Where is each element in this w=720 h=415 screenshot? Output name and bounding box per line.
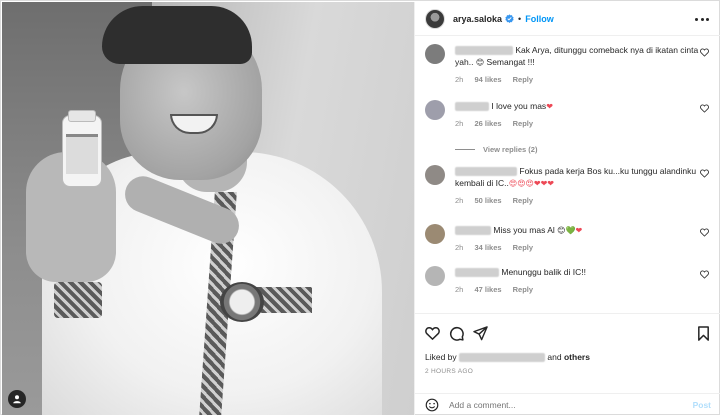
more-options-icon[interactable] — [695, 14, 709, 24]
heart-icon[interactable] — [425, 326, 440, 341]
comment-like-heart-icon[interactable] — [700, 104, 709, 113]
liked-by-line: Liked by and others — [425, 352, 590, 363]
photo-hair — [102, 6, 252, 64]
commenter-username-blurred[interactable] — [455, 102, 489, 112]
photo-watch — [220, 282, 264, 322]
comment-body: Miss you mas Al 😊💚❤ 2h 34 likes Reply — [455, 224, 700, 254]
view-replies-button[interactable]: View replies (2) — [455, 145, 537, 154]
comment-text-tail: Semangat !!! — [486, 57, 535, 67]
header-separator: • — [518, 13, 522, 24]
comment-body: I love you mas❤ 2h 26 likes Reply — [455, 100, 700, 130]
post-side-panel: arya.saloka • Follow Kak Arya, ditunggu … — [414, 2, 720, 415]
commenter-username-blurred[interactable] — [455, 226, 491, 236]
comment-text: Miss you mas Al — [493, 225, 555, 235]
comment-likes[interactable]: 50 likes — [474, 196, 501, 205]
comment-text: I love you mas — [491, 101, 547, 111]
comment-like-heart-icon[interactable] — [700, 48, 709, 57]
comment-icon[interactable] — [449, 326, 464, 341]
verified-badge-icon — [505, 14, 514, 23]
comment-meta: 2h 50 likes Reply — [455, 195, 700, 207]
comment-emoji: ❤ — [575, 226, 583, 236]
liked-by-username-blurred[interactable] — [459, 353, 546, 363]
comment-likes[interactable]: 94 likes — [474, 75, 501, 84]
reply-button[interactable]: Reply — [513, 119, 533, 128]
author-avatar[interactable] — [425, 8, 445, 29]
comment-time: 2h — [455, 285, 464, 294]
commenter-avatar[interactable] — [425, 165, 445, 185]
action-icons — [425, 326, 711, 342]
follow-button[interactable]: Follow — [525, 14, 554, 24]
comment-body: Fokus pada kerja Bos ku...ku tunggu alan… — [455, 165, 700, 207]
comment-text: Menunggu balik di IC!! — [501, 267, 586, 277]
bookmark-icon[interactable] — [696, 326, 711, 341]
post-photo[interactable] — [2, 2, 414, 415]
commenter-avatar[interactable] — [425, 100, 445, 120]
liked-by-prefix: Liked by — [425, 352, 457, 362]
view-replies-line — [455, 149, 475, 150]
share-icon[interactable] — [473, 326, 488, 341]
comment-likes[interactable]: 26 likes — [474, 119, 501, 128]
comment-meta: 2h 34 likes Reply — [455, 242, 700, 254]
comment-time: 2h — [455, 75, 464, 84]
comment-likes[interactable]: 47 likes — [474, 285, 501, 294]
comment-likes[interactable]: 34 likes — [474, 243, 501, 252]
comments-list[interactable]: Kak Arya, ditunggu comeback nya di ikata… — [415, 37, 720, 313]
commenter-username-blurred[interactable] — [455, 46, 513, 56]
comment-like-heart-icon[interactable] — [700, 169, 709, 178]
reply-button[interactable]: Reply — [513, 243, 533, 252]
comment-body: Kak Arya, ditunggu comeback nya di ikata… — [455, 44, 700, 86]
comment-emoji: 😊 — [475, 58, 485, 68]
commenter-avatar[interactable] — [425, 266, 445, 286]
author-username[interactable]: arya.saloka — [453, 14, 502, 24]
comment-time: 2h — [455, 243, 464, 252]
emoji-icon[interactable] — [425, 398, 439, 412]
comment-emoji: 😊 — [557, 226, 566, 236]
comment-like-heart-icon[interactable] — [700, 228, 709, 237]
liked-by-and: and — [547, 352, 562, 362]
comment-emoji: ❤ — [546, 102, 553, 112]
comment-time: 2h — [455, 119, 464, 128]
commenter-avatar[interactable] — [425, 224, 445, 244]
reply-button[interactable]: Reply — [513, 75, 533, 84]
comment-meta: 2h 47 likes Reply — [455, 284, 700, 296]
commenter-username-blurred[interactable] — [455, 167, 517, 177]
add-comment-input[interactable] — [449, 399, 679, 410]
post-actions: Liked by and others 2 HOURS AGO — [415, 313, 720, 393]
view-replies-label: View replies (2) — [483, 145, 538, 154]
photo-bottle — [62, 110, 102, 187]
comment-meta: 2h 26 likes Reply — [455, 118, 700, 130]
commenter-username-blurred[interactable] — [455, 268, 499, 278]
post-timestamp[interactable]: 2 HOURS AGO — [425, 368, 473, 375]
post-comment-button[interactable]: Post — [693, 400, 711, 410]
comment-body: Menunggu balik di IC!! 2h 47 likes Reply — [455, 266, 700, 296]
comment-emoji: 💚 — [565, 226, 576, 236]
comment-emoji: 😍😍😍❤❤❤ — [508, 179, 554, 189]
user-tag-icon[interactable] — [8, 390, 26, 408]
liked-by-others[interactable]: others — [564, 352, 590, 362]
reply-button[interactable]: Reply — [513, 285, 533, 294]
commenter-avatar[interactable] — [425, 44, 445, 64]
photo-sleeve-pattern — [54, 282, 102, 318]
comment-time: 2h — [455, 196, 464, 205]
post-frame: arya.saloka • Follow Kak Arya, ditunggu … — [0, 0, 720, 415]
post-header: arya.saloka • Follow — [415, 2, 720, 36]
add-comment-bar: Post — [415, 393, 720, 415]
reply-button[interactable]: Reply — [513, 196, 533, 205]
comment-like-heart-icon[interactable] — [700, 270, 709, 279]
comment-meta: 2h 94 likes Reply — [455, 74, 700, 86]
